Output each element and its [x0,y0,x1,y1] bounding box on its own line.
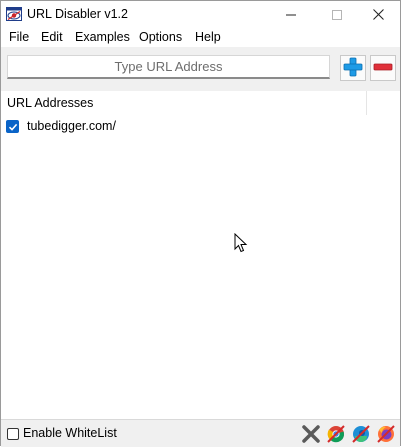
menu-options[interactable]: Options [139,30,182,44]
remove-url-button[interactable] [370,55,396,81]
item-checkbox-checked[interactable] [6,120,19,133]
menu-file[interactable]: File [9,30,29,44]
app-window: URL Disabler v1.2 File Edit Examples Opt… [0,0,401,447]
enable-whitelist-checkbox[interactable] [7,428,19,440]
minus-icon [373,57,393,80]
list-item[interactable]: tubedigger.com/ [6,119,306,137]
menu-examples[interactable]: Examples [75,30,130,44]
status-bar: Enable WhiteList [1,419,400,447]
minimize-button[interactable] [268,1,314,28]
column-divider[interactable] [366,91,367,115]
window-title: URL Disabler v1.2 [27,7,128,21]
title-bar[interactable]: URL Disabler v1.2 [1,1,400,28]
enable-whitelist-label[interactable]: Enable WhiteList [23,426,117,440]
list-item-label: tubedigger.com/ [27,119,116,133]
url-toolbar [1,47,400,91]
chrome-icon[interactable] [326,424,346,444]
column-header-url-addresses[interactable]: URL Addresses [7,96,93,110]
menu-help[interactable]: Help [195,30,221,44]
maximize-button[interactable] [314,1,360,28]
close-button[interactable] [355,1,401,28]
url-input[interactable] [7,55,330,79]
plus-icon [343,57,363,80]
edge-icon[interactable] [351,424,371,444]
menu-edit[interactable]: Edit [41,30,63,44]
menu-bar: File Edit Examples Options Help [1,28,400,47]
url-list[interactable]: URL Addresses tubedigger.com/ [1,91,400,418]
close-x-icon[interactable] [301,424,321,444]
eye-app-icon [6,7,22,21]
firefox-icon[interactable] [376,424,396,444]
mouse-cursor-icon [234,232,248,256]
add-url-button[interactable] [340,55,366,81]
